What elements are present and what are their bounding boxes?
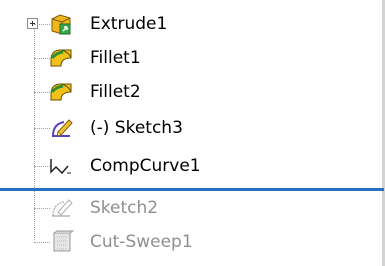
- tree-item-extrude1[interactable]: Extrude1: [0, 8, 380, 40]
- tree-item-fillet1[interactable]: Fillet1: [0, 42, 380, 74]
- tree-item-fillet2[interactable]: Fillet2: [0, 76, 380, 108]
- tree-item-label: Fillet2: [90, 82, 141, 102]
- tree-item-cut-sweep1[interactable]: Cut-Sweep1: [0, 226, 380, 258]
- sketch-icon: [52, 119, 73, 137]
- composite-curve-icon: [50, 159, 71, 175]
- tree-item-label: CompCurve1: [90, 156, 201, 176]
- tree-item-compcurve1[interactable]: CompCurve1: [0, 150, 380, 182]
- tree-item-label: Fillet1: [90, 48, 141, 68]
- cut-sweep-icon: [53, 230, 74, 252]
- extrude-icon: [51, 14, 71, 35]
- tree-item-sketch3[interactable]: (-) Sketch3: [0, 112, 380, 144]
- fillet-icon: [50, 49, 72, 67]
- tree-item-label: Sketch2: [90, 198, 159, 218]
- rollback-bar[interactable]: [0, 188, 384, 191]
- feature-manager-tree: Extrude1 Fillet1 Fillet2 (-) Sketch3 Com…: [0, 0, 385, 266]
- sketch-icon: [52, 199, 73, 217]
- tree-item-label: Extrude1: [90, 14, 168, 34]
- tree-item-label: Cut-Sweep1: [90, 232, 193, 252]
- tree-item-label: (-) Sketch3: [90, 118, 183, 138]
- tree-item-sketch2[interactable]: Sketch2: [0, 192, 380, 224]
- fillet-icon: [50, 83, 72, 101]
